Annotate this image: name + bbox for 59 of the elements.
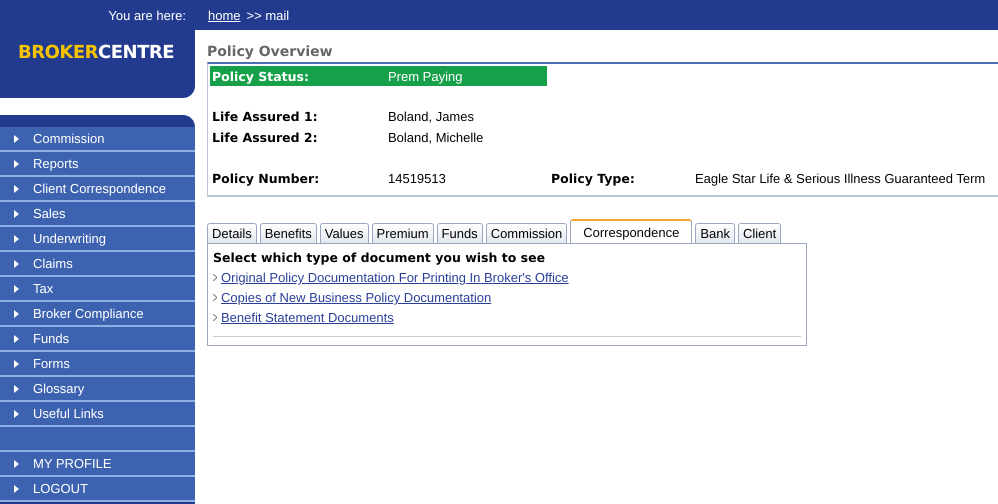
field-label: Life Assured 1:	[211, 109, 319, 124]
sidebar-item[interactable]: Commission	[0, 127, 195, 152]
triangle-icon	[14, 334, 19, 342]
breadcrumb-label: You are here:	[107, 8, 187, 22]
triangle-icon	[14, 234, 19, 242]
tab[interactable]: Commission	[486, 223, 568, 243]
tab[interactable]: Benefits	[260, 223, 317, 243]
panel-heading: Select which type of document you wish to see	[213, 250, 546, 265]
triangle-icon	[14, 210, 19, 218]
triangle-icon	[14, 284, 19, 292]
triangle-icon	[14, 260, 19, 268]
logo: BROKERCENTRE	[18, 42, 174, 63]
sidebar-item[interactable]: Underwriting	[0, 227, 195, 252]
tab[interactable]: Premium	[372, 223, 434, 243]
sidebar-item[interactable]: Broker Compliance	[0, 302, 195, 327]
tab[interactable]: Values	[320, 223, 369, 243]
page-title: Policy Overview	[207, 44, 334, 60]
triangle-icon	[14, 184, 19, 192]
home-link[interactable]: home	[208, 8, 241, 22]
sidebar-item[interactable]: Tax	[0, 277, 195, 302]
triangle-icon	[14, 134, 19, 142]
sidebar-item[interactable]: Forms	[0, 352, 195, 377]
sidebar-item[interactable]: Useful Links	[0, 402, 195, 427]
sidebar-item[interactable]: Sales	[0, 202, 195, 227]
tab[interactable]: Client	[738, 223, 782, 243]
field-label: Policy Type:	[550, 171, 636, 186]
field-label: Policy Number:	[211, 171, 320, 186]
sidebar-item[interactable]: Reports	[0, 152, 195, 177]
sidebar-item[interactable]: Glossary	[0, 377, 195, 402]
sidebar-item[interactable]: LOGOUT	[0, 477, 195, 502]
field-value: Eagle Star Life & Serious Illness Guaranteed Term	[695, 171, 986, 186]
field-value: Boland, James	[388, 109, 474, 124]
document-link[interactable]: Copies of New Business Policy Documentation	[221, 290, 492, 305]
triangle-icon	[14, 460, 19, 468]
sidebar-item[interactable]: MY PROFILE	[0, 452, 195, 477]
chevron-icon	[213, 274, 217, 281]
document-link[interactable]: Original Policy Documentation For Printing In Broker's Office	[221, 270, 569, 285]
tab[interactable]: Correspondence	[570, 219, 692, 243]
triangle-icon	[14, 360, 19, 368]
tab[interactable]: Funds	[436, 223, 483, 243]
triangle-icon	[14, 310, 19, 318]
breadcrumb-current: >> mail	[246, 8, 290, 22]
field-value: Boland, Michelle	[388, 130, 484, 145]
chevron-icon	[213, 294, 217, 301]
chevron-icon	[213, 314, 217, 321]
sidebar-item[interactable]: Claims	[0, 252, 195, 277]
document-link[interactable]: Benefit Statement Documents	[221, 310, 394, 325]
triangle-icon	[14, 384, 19, 392]
tab[interactable]: Bank	[695, 223, 735, 243]
status-label: Policy Status:	[211, 68, 310, 84]
triangle-icon	[14, 410, 19, 418]
sidebar-item[interactable]: Client Correspondence	[0, 177, 195, 202]
triangle-icon	[14, 484, 19, 492]
triangle-icon	[14, 160, 19, 168]
field-value: 14519513	[388, 171, 447, 186]
sidebar-item[interactable]: Funds	[0, 327, 195, 352]
status-value: Prem Paying	[388, 68, 462, 84]
field-label: Life Assured 2:	[211, 130, 319, 145]
tab[interactable]: Details	[207, 223, 257, 243]
